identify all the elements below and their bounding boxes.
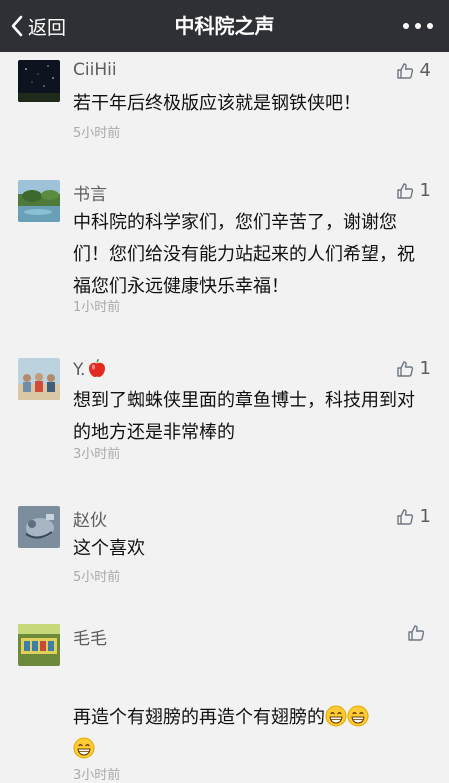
grinning-face-icon [325, 705, 347, 727]
nickname[interactable]: 书言 [73, 180, 107, 205]
like-button[interactable]: 1 [396, 506, 431, 527]
thumbs-up-icon [396, 62, 413, 79]
like-count: 1 [419, 506, 431, 527]
comment-time: 3小时前 [73, 447, 121, 462]
avatar[interactable] [18, 358, 60, 400]
like-button[interactable]: 4 [396, 60, 431, 81]
comment-text: 中科院的科学家们，您们辛苦了，谢谢您们！您们给没有能力站起来的人们希望，祝福您们… [73, 212, 415, 297]
nickname[interactable]: 毛毛 [73, 624, 107, 649]
nav-bar: 返回 中科院之声 [0, 0, 449, 52]
page-title: 中科院之声 [174, 14, 275, 38]
back-button[interactable]: 返回 [10, 10, 66, 42]
more-dots-icon [403, 23, 409, 29]
avatar[interactable] [18, 506, 60, 548]
like-button[interactable]: 1 [396, 180, 431, 201]
comment-text: 想到了蜘蛛侠里面的章鱼博士，科技用到对的地方还是非常棒的 [73, 390, 415, 443]
comment-time: 1小时前 [73, 300, 121, 315]
more-button[interactable] [403, 17, 433, 35]
avatar[interactable] [18, 180, 60, 222]
grinning-face-icon [73, 737, 95, 759]
comment-time: 5小时前 [73, 126, 121, 141]
thumbs-up-icon [408, 625, 425, 641]
nickname[interactable]: Y. [73, 358, 107, 380]
thumbs-up-icon [396, 182, 413, 199]
grinning-face-icon [347, 705, 369, 727]
chevron-left-icon [11, 15, 23, 37]
back-label: 返回 [28, 16, 67, 39]
apple-icon [89, 359, 106, 377]
avatar[interactable] [18, 624, 60, 666]
like-count: 1 [419, 180, 431, 201]
like-count: 1 [419, 358, 431, 379]
like-count: 4 [419, 60, 431, 81]
thumbs-up-icon [396, 360, 413, 377]
thumbs-up-icon [396, 508, 413, 525]
avatar[interactable] [18, 60, 60, 102]
comment-text: 若干年后终极版应该就是钢铁侠吧！ [73, 93, 361, 114]
like-button[interactable]: 1 [396, 358, 431, 379]
like-button[interactable] [407, 624, 431, 642]
nickname[interactable]: 赵伙 [73, 506, 107, 531]
comment-text: 这个喜欢 [73, 538, 145, 559]
comment-text: 再造个有翅膀的再造个有翅膀的 [73, 702, 425, 766]
comment-time: 5小时前 [73, 570, 121, 585]
nickname[interactable]: CiiHii [73, 60, 117, 80]
